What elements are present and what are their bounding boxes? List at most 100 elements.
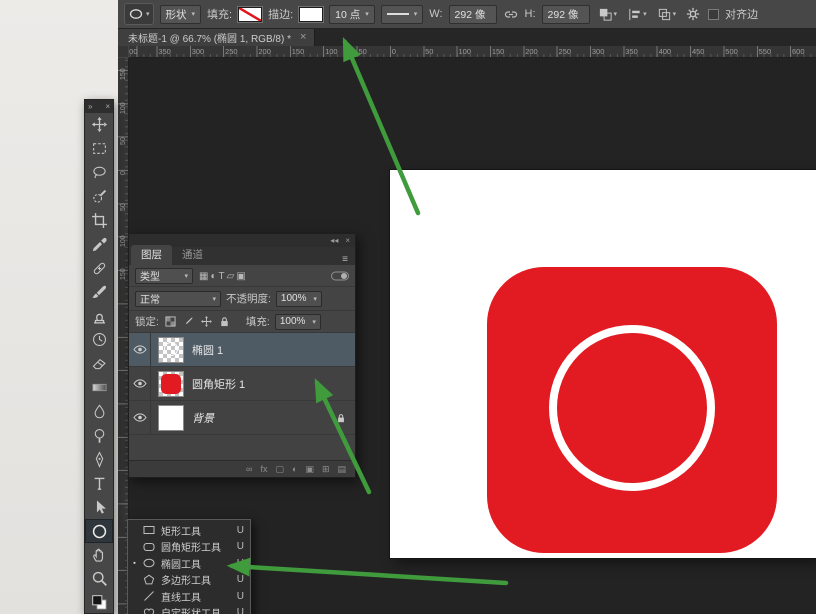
close-panel-icon[interactable]: × bbox=[105, 102, 110, 111]
flyout-item-list: 矩形工具U圆角矩形工具U▪椭圆工具U多边形工具U直线工具U自定形状工具U bbox=[128, 522, 250, 614]
layer-filter-type-select[interactable]: 类型 ▾ bbox=[135, 268, 193, 284]
width-field[interactable]: 292 像 bbox=[449, 5, 497, 24]
layer-visibility-toggle[interactable] bbox=[129, 333, 151, 366]
clone-stamp-tool-button[interactable] bbox=[85, 304, 113, 328]
collapse-panel-icon[interactable]: » bbox=[88, 102, 92, 111]
filter-type-layers-icon[interactable]: T bbox=[218, 271, 226, 282]
flyout-item-line-tool[interactable]: 直线工具U bbox=[128, 588, 250, 605]
thumbnail-shape-preview bbox=[161, 374, 181, 394]
filter-pixel-layers-icon[interactable]: ▦ bbox=[198, 271, 209, 282]
filter-smart-objects-icon[interactable]: ▣ bbox=[235, 271, 246, 282]
line-tool-icon bbox=[142, 589, 157, 603]
fill-swatch[interactable] bbox=[238, 7, 262, 22]
zoom-tool-button[interactable] bbox=[85, 567, 113, 591]
tool-preset-button[interactable]: ▾ bbox=[124, 3, 154, 25]
ruler-h-label: 400 bbox=[659, 47, 672, 56]
ellipse-tool-icon bbox=[91, 523, 108, 540]
layer-effects-icon[interactable]: fx bbox=[260, 465, 267, 474]
flyout-item-rectangle-tool[interactable]: 矩形工具U bbox=[128, 522, 250, 539]
flyout-item-custom-shape-tool[interactable]: 自定形状工具U bbox=[128, 605, 250, 614]
delete-layer-icon[interactable]: ▤ bbox=[337, 465, 346, 474]
brush-tool-button[interactable] bbox=[85, 280, 113, 304]
gradient-tool-button[interactable] bbox=[85, 376, 113, 400]
flyout-item-shortcut: U bbox=[237, 558, 244, 569]
path-selection-tool-button[interactable] bbox=[85, 495, 113, 519]
document-canvas[interactable] bbox=[390, 170, 816, 558]
layers-panel-tab[interactable]: 图层 bbox=[131, 245, 172, 265]
collapse-panel-icon[interactable]: ◂◂ bbox=[330, 236, 338, 245]
layer-row[interactable]: 椭圆 1 bbox=[129, 333, 355, 367]
stroke-swatch[interactable] bbox=[299, 7, 323, 22]
layers-panel-tabs: 图层通道 ≡ bbox=[129, 247, 355, 265]
red-rounded-rectangle-shape[interactable] bbox=[487, 267, 777, 553]
fill-opacity-field[interactable]: 100% ▾ bbox=[275, 314, 321, 330]
flyout-item-rounded-rectangle-tool[interactable]: 圆角矩形工具U bbox=[128, 539, 250, 556]
layer-name: 圆角矩形 1 bbox=[192, 376, 245, 392]
layer-thumbnail[interactable] bbox=[158, 371, 184, 397]
close-tab-icon[interactable]: × bbox=[300, 32, 306, 43]
height-field[interactable]: 292 像 bbox=[542, 5, 590, 24]
document-tab[interactable]: 未标题-1 @ 66.7% (椭圆 1, RGB/8) * × bbox=[118, 29, 315, 46]
healing-brush-tool-button[interactable] bbox=[85, 256, 113, 280]
opacity-field[interactable]: 100% ▾ bbox=[276, 291, 322, 307]
history-brush-tool-button[interactable] bbox=[85, 328, 113, 352]
stroke-width-field[interactable]: 10 点 ▾ bbox=[329, 5, 375, 24]
lock-pixels-icon[interactable] bbox=[182, 315, 195, 328]
pen-tool-icon bbox=[91, 451, 108, 468]
ruler-h-label: 350 bbox=[625, 47, 638, 56]
link-layers-icon[interactable]: ∞ bbox=[246, 465, 252, 474]
filter-adjustment-layers-icon[interactable]: ◐ bbox=[209, 271, 217, 282]
hand-tool-button[interactable] bbox=[85, 543, 113, 567]
color-swatches-button[interactable] bbox=[85, 591, 113, 614]
white-circle-outline-shape[interactable] bbox=[549, 325, 715, 491]
stroke-style-select[interactable]: ▾ bbox=[381, 5, 424, 24]
eyedropper-tool-button[interactable] bbox=[85, 232, 113, 256]
lock-position-icon[interactable] bbox=[200, 315, 213, 328]
layer-visibility-toggle[interactable] bbox=[129, 401, 151, 434]
path-arrange-button[interactable]: ▾ bbox=[655, 4, 679, 24]
ellipse-tool-button[interactable] bbox=[85, 519, 113, 543]
new-layer-icon[interactable]: ⊞ bbox=[322, 465, 330, 474]
adjustment-layer-icon[interactable]: ◐ bbox=[292, 465, 297, 474]
align-edges-checkbox[interactable] bbox=[708, 9, 719, 20]
eraser-tool-button[interactable] bbox=[85, 352, 113, 376]
layer-thumbnail[interactable] bbox=[158, 405, 184, 431]
filter-shape-layers-icon[interactable]: ▱ bbox=[226, 271, 236, 282]
eye-icon bbox=[133, 413, 147, 422]
path-alignment-button[interactable]: ▾ bbox=[625, 4, 649, 24]
layer-filter-icons: ▦◐T▱▣ bbox=[198, 270, 247, 282]
layer-mask-icon[interactable]: ▢ bbox=[275, 465, 284, 474]
blur-tool-button[interactable] bbox=[85, 400, 113, 424]
crop-tool-button[interactable] bbox=[85, 209, 113, 233]
path-operations-button[interactable]: ▾ bbox=[596, 4, 620, 24]
blend-mode-select[interactable]: 正常 ▾ bbox=[135, 291, 221, 307]
height-label: H: bbox=[525, 8, 536, 20]
opacity-value: 100% bbox=[281, 293, 307, 304]
link-dimensions-icon[interactable] bbox=[503, 8, 519, 21]
pen-tool-button[interactable] bbox=[85, 447, 113, 471]
tool-mode-select[interactable]: 形状 ▾ bbox=[160, 5, 202, 24]
ruler-h-label: 450 bbox=[692, 47, 705, 56]
close-panel-icon[interactable]: × bbox=[345, 236, 350, 245]
flyout-item-ellipse-tool[interactable]: ▪椭圆工具U bbox=[128, 555, 250, 572]
layer-row[interactable]: 圆角矩形 1 bbox=[129, 367, 355, 401]
dodge-tool-button[interactable] bbox=[85, 424, 113, 448]
layer-visibility-toggle[interactable] bbox=[129, 367, 151, 400]
geometry-options-button[interactable] bbox=[684, 4, 702, 24]
lasso-tool-button[interactable] bbox=[85, 161, 113, 185]
flyout-item-polygon-tool[interactable]: 多边形工具U bbox=[128, 572, 250, 589]
quick-selection-tool-button[interactable] bbox=[85, 185, 113, 209]
flyout-item-shortcut: U bbox=[237, 607, 244, 614]
layers-panel-tab[interactable]: 通道 bbox=[172, 245, 213, 265]
move-tool-button[interactable] bbox=[85, 113, 113, 137]
polygon-tool-icon bbox=[142, 573, 157, 587]
lock-transparency-icon[interactable] bbox=[164, 315, 177, 328]
layer-filter-toggle[interactable] bbox=[331, 271, 349, 281]
layer-group-icon[interactable]: ▣ bbox=[305, 465, 314, 474]
type-tool-button[interactable] bbox=[85, 471, 113, 495]
marquee-tool-button[interactable] bbox=[85, 137, 113, 161]
layer-row[interactable]: 背景 bbox=[129, 401, 355, 435]
lock-all-icon[interactable] bbox=[218, 315, 231, 328]
panel-menu-icon[interactable]: ≡ bbox=[335, 254, 355, 265]
layer-thumbnail[interactable] bbox=[158, 337, 184, 363]
